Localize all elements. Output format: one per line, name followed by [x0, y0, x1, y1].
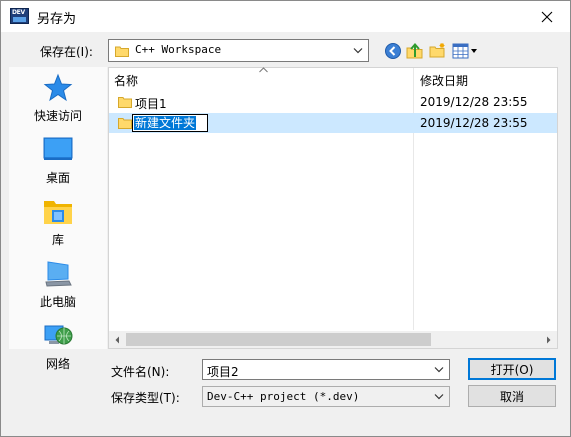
- close-button[interactable]: [524, 1, 570, 32]
- chevron-down-icon: [434, 366, 444, 372]
- folder-icon: [118, 118, 132, 129]
- close-icon: [541, 11, 553, 22]
- column-header-modified[interactable]: 修改日期: [420, 72, 468, 94]
- rename-input[interactable]: 新建文件夹: [132, 114, 208, 132]
- filetype-value: Dev-C++ project (*.dev): [207, 390, 360, 403]
- place-label: 桌面: [45, 171, 70, 185]
- title-bar: DEV 另存为: [1, 1, 570, 32]
- star-icon: [43, 73, 73, 102]
- item-name: 项目1: [135, 97, 167, 111]
- chevron-right-icon: [547, 336, 551, 343]
- rename-text: 新建文件夹: [134, 116, 197, 130]
- filetype-dropdown[interactable]: [432, 387, 446, 406]
- save-as-dialog: DEV 另存为 保存在(I): C++ Workspace 快速访问 桌面 库 …: [0, 0, 571, 437]
- window-title: 另存为: [37, 12, 77, 27]
- file-list: 名称 修改日期 项目1 2019/12/28 23:55 新建文件夹 2019/…: [108, 67, 558, 349]
- cancel-button[interactable]: 取消: [468, 385, 556, 407]
- scrollbar-thumb[interactable]: [126, 333, 431, 346]
- scroll-right-button[interactable]: [540, 331, 557, 348]
- place-label: 网络: [45, 357, 70, 371]
- filename-input[interactable]: 项目2: [202, 359, 450, 380]
- save-in-label: 保存在(I):: [40, 45, 93, 59]
- chevron-down-icon: [434, 393, 444, 399]
- folder-icon: [118, 97, 132, 108]
- place-quick-access[interactable]: 快速访问: [9, 73, 107, 129]
- sort-ascending-icon: [259, 67, 268, 73]
- library-icon: [44, 201, 72, 224]
- places-bar: 快速访问 桌面 库 此电脑 网络: [9, 67, 107, 371]
- item-date: 2019/12/28 23:55: [420, 95, 528, 109]
- save-in-dropdown[interactable]: [351, 40, 365, 61]
- filename-dropdown[interactable]: [432, 360, 446, 379]
- filename-value: 项目2: [207, 365, 239, 379]
- view-menu-icon[interactable]: [452, 42, 478, 60]
- place-label: 此电脑: [39, 295, 76, 309]
- filename-label: 文件名(N):: [111, 365, 170, 379]
- place-this-pc[interactable]: 此电脑: [9, 259, 107, 315]
- open-button[interactable]: 打开(O): [468, 358, 556, 380]
- save-in-value: C++ Workspace: [135, 43, 222, 56]
- back-arrow-icon[interactable]: [384, 42, 402, 60]
- place-library[interactable]: 库: [9, 197, 107, 253]
- network-icon: [44, 325, 73, 345]
- item-date: 2019/12/28 23:55: [420, 116, 528, 130]
- list-item[interactable]: 项目1 2019/12/28 23:55: [109, 92, 557, 112]
- up-folder-icon[interactable]: [406, 42, 424, 60]
- filetype-select[interactable]: Dev-C++ project (*.dev): [202, 386, 450, 407]
- dev-cpp-app-icon: DEV: [10, 8, 29, 24]
- save-in-combo[interactable]: C++ Workspace: [108, 39, 369, 62]
- new-folder-icon[interactable]: [429, 42, 447, 60]
- filetype-label: 保存类型(T):: [111, 391, 180, 405]
- place-network[interactable]: 网络: [9, 321, 107, 377]
- chevron-left-icon: [115, 336, 119, 343]
- computer-icon: [45, 261, 72, 287]
- scroll-left-button[interactable]: [109, 331, 126, 348]
- list-item-selected[interactable]: 新建文件夹 2019/12/28 23:55: [109, 113, 557, 133]
- chevron-down-icon: [353, 47, 363, 53]
- desktop-icon: [43, 137, 73, 160]
- place-label: 库: [51, 233, 64, 247]
- folder-icon: [115, 46, 129, 57]
- column-header-name[interactable]: 名称: [114, 72, 138, 94]
- horizontal-scrollbar[interactable]: [109, 331, 557, 348]
- place-label: 快速访问: [33, 109, 82, 123]
- place-desktop[interactable]: 桌面: [9, 135, 107, 191]
